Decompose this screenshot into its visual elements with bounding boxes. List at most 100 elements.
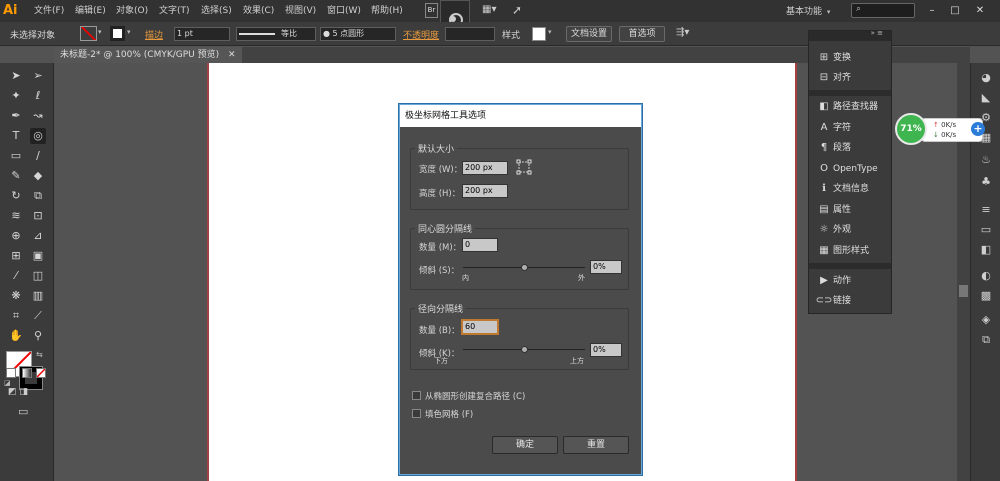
eyedropper-tool-icon[interactable]: ⁄: [8, 268, 24, 284]
radial-skew-slider[interactable]: [520, 346, 528, 353]
transparency-panel-icon[interactable]: ◧: [979, 243, 993, 257]
perspective-grid-tool-icon[interactable]: ⊿: [30, 228, 46, 244]
blend-tool-icon[interactable]: ◫: [30, 268, 46, 284]
shape-builder-tool-icon[interactable]: ⊕: [8, 228, 24, 244]
curvature-tool-icon[interactable]: ↝: [30, 108, 46, 124]
none-mode-icon[interactable]: [36, 368, 46, 378]
panel-item-graphic-styles[interactable]: ▦ 图形样式: [809, 241, 891, 261]
stroke-dropdown-icon[interactable]: ▾: [127, 28, 131, 36]
color-guide-icon[interactable]: ◣: [979, 91, 993, 105]
close-window-button[interactable]: ✕: [972, 4, 988, 18]
ok-button[interactable]: 确定: [492, 436, 558, 454]
color-mode-icon[interactable]: [6, 368, 16, 378]
panel-header[interactable]: » ≡: [809, 29, 891, 41]
menu-type[interactable]: 文字(T): [159, 4, 190, 18]
radial-count-input[interactable]: 60: [462, 320, 498, 334]
stroke-label[interactable]: 描边: [145, 28, 163, 41]
direct-selection-tool-icon[interactable]: ➢: [30, 68, 46, 84]
panel-item-opentype[interactable]: O OpenType: [809, 159, 891, 179]
close-tab-icon[interactable]: ✕: [228, 50, 236, 60]
width-tool-icon[interactable]: ≋: [8, 208, 24, 224]
appearance-panel-icon[interactable]: ◐: [979, 269, 993, 283]
menu-object[interactable]: 对象(O): [116, 4, 148, 18]
gradient-mode-icon[interactable]: [22, 368, 32, 378]
symbols-icon[interactable]: ♣: [979, 175, 993, 189]
magic-wand-tool-icon[interactable]: ✦: [8, 88, 24, 104]
panel-item-paragraph[interactable]: ¶ 段落: [809, 138, 891, 158]
document-setup-button[interactable]: 文档设置: [566, 26, 612, 42]
stroke-weight-field[interactable]: 1 pt: [174, 27, 230, 41]
document-tab[interactable]: 未标题-2* @ 100% (CMYK/GPU 预览) ✕: [54, 47, 242, 63]
network-speed-widget[interactable]: ↑ 0K/s ↓ 0K/s 71% +: [895, 113, 987, 145]
slice-tool-icon[interactable]: ⟋: [30, 308, 46, 324]
bridge-button[interactable]: Br: [425, 3, 438, 18]
arrange-documents-icon[interactable]: ▦▾: [482, 4, 502, 18]
panel-item-attributes[interactable]: ▤ 属性: [809, 200, 891, 220]
panel-item-character[interactable]: A 字符: [809, 118, 891, 138]
stroke-swatch[interactable]: [110, 26, 125, 41]
panel-item-pathfinder[interactable]: ◧ 路径查找器: [809, 97, 891, 117]
stroke-panel-icon[interactable]: ≡: [979, 203, 993, 217]
menu-effect[interactable]: 效果(C): [243, 4, 274, 18]
gradient-tool-icon[interactable]: ▣: [30, 248, 46, 264]
draw-mode-icon[interactable]: ◩ ◨: [8, 387, 28, 397]
artboards-panel-icon[interactable]: ⧉: [979, 333, 993, 347]
brush-definition[interactable]: ● 5 点圆形: [320, 27, 396, 41]
arrange-icon[interactable]: ⇶▾: [676, 27, 689, 38]
polar-grid-tool-icon[interactable]: ◎: [30, 128, 46, 144]
fill-dropdown-icon[interactable]: ▾: [98, 28, 102, 36]
collapse-panel-icon[interactable]: » ≡: [871, 29, 883, 37]
gradient-panel-icon[interactable]: ▭: [979, 223, 993, 237]
panel-item-align[interactable]: ⊟ 对齐: [809, 68, 891, 88]
eraser-tool-icon[interactable]: ◆: [30, 168, 46, 184]
radial-skew-input[interactable]: 0%: [590, 343, 622, 357]
menu-edit[interactable]: 编辑(E): [75, 4, 106, 18]
concentric-count-input[interactable]: 0: [462, 238, 498, 252]
fill-grid-checkbox[interactable]: [412, 409, 421, 418]
shaper-tool-icon[interactable]: ✎: [8, 168, 24, 184]
screen-mode-icon[interactable]: ▭: [18, 405, 28, 418]
rotate-tool-icon[interactable]: ↻: [8, 188, 24, 204]
menu-help[interactable]: 帮助(H): [371, 4, 403, 18]
menu-file[interactable]: 文件(F): [34, 4, 64, 18]
style-dropdown-icon[interactable]: ▾: [548, 28, 552, 36]
preferences-button[interactable]: 首选项: [619, 26, 665, 42]
scale-tool-icon[interactable]: ⧉: [30, 188, 46, 204]
color-panel-icon[interactable]: ◕: [979, 71, 993, 85]
rectangle-tool-icon[interactable]: ▭: [8, 148, 24, 164]
panel-item-actions[interactable]: ▶ 动作: [809, 271, 891, 291]
mesh-tool-icon[interactable]: ⊞: [8, 248, 24, 264]
graphic-styles-dock-icon[interactable]: ▩: [979, 289, 993, 303]
paintbrush-tool-icon[interactable]: ∕: [30, 148, 46, 164]
reset-button[interactable]: 重置: [563, 436, 629, 454]
panel-item-appearance[interactable]: ☼ 外观: [809, 220, 891, 240]
symbol-sprayer-tool-icon[interactable]: ❋: [8, 288, 24, 304]
default-colors-icon[interactable]: ◪: [4, 379, 11, 387]
scrollbar-thumb[interactable]: [959, 285, 968, 297]
hand-tool-icon[interactable]: ✋: [8, 328, 24, 344]
layers-panel-icon[interactable]: ◈: [979, 313, 993, 327]
panel-item-transform[interactable]: ⊞ 变换: [809, 48, 891, 68]
artboard-tool-icon[interactable]: ⌗: [8, 308, 24, 324]
free-transform-tool-icon[interactable]: ⊡: [30, 208, 46, 224]
search-stock-input[interactable]: ⌕: [851, 3, 915, 18]
pen-tool-icon[interactable]: ✒: [8, 108, 24, 124]
fill-swatch[interactable]: [80, 26, 97, 41]
panel-item-links[interactable]: ⊂⊃链接: [809, 291, 891, 311]
gpu-performance-icon[interactable]: ➚: [512, 3, 528, 19]
compound-path-checkbox[interactable]: [412, 391, 421, 400]
brushes-icon[interactable]: ♨: [979, 153, 993, 167]
accelerate-plus-icon[interactable]: +: [971, 122, 985, 136]
concentric-skew-input[interactable]: 0%: [590, 260, 622, 274]
column-graph-tool-icon[interactable]: ▥: [30, 288, 46, 304]
concentric-skew-slider[interactable]: [520, 264, 528, 271]
opacity-label[interactable]: 不透明度: [403, 28, 439, 41]
graphic-style-swatch[interactable]: [532, 27, 546, 41]
width-input[interactable]: 200 px: [462, 161, 508, 175]
workspace-switcher[interactable]: 基本功能 ▾: [786, 4, 830, 17]
menu-window[interactable]: 窗口(W): [327, 4, 361, 18]
minimize-button[interactable]: –: [924, 4, 940, 18]
reference-point-icon[interactable]: [516, 159, 532, 177]
zoom-tool-icon[interactable]: ⚲: [30, 328, 46, 344]
type-tool-icon[interactable]: T: [8, 128, 24, 144]
